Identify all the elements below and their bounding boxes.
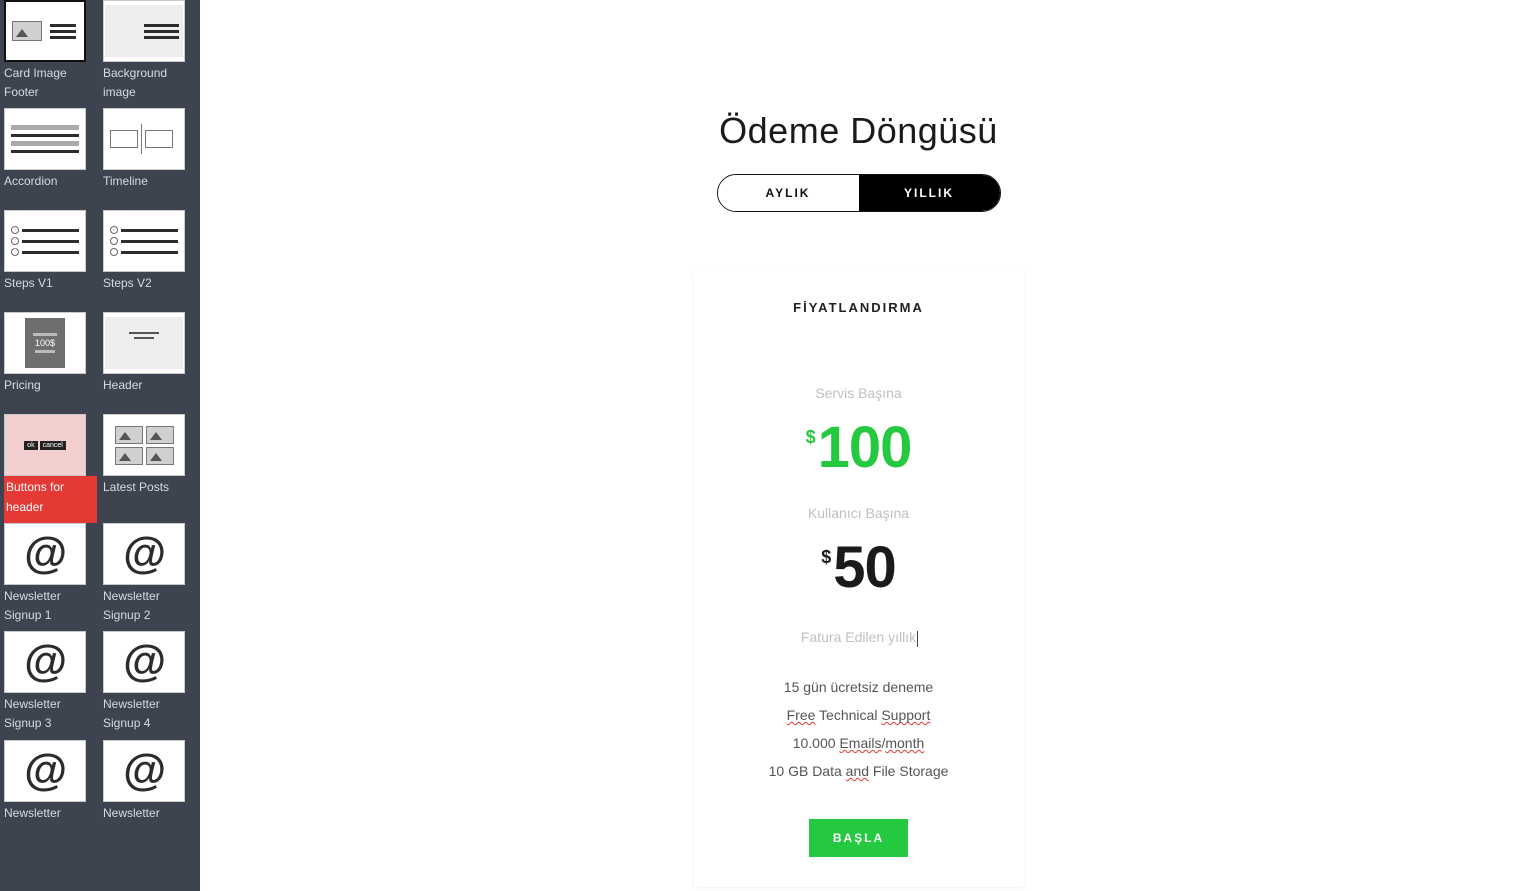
tile-label: Steps V2 (103, 272, 196, 312)
tile-thumbnail (103, 0, 185, 62)
component-tile-steps1[interactable]: 123Steps V1 (4, 210, 97, 312)
per-user-price: $ 50 (718, 539, 1000, 597)
feature-item: 10 GB Data and File Storage (718, 757, 1000, 785)
component-tile-pricing[interactable]: 100$Pricing (4, 312, 97, 414)
tile-label: Accordion (4, 170, 97, 210)
tile-thumbnail (103, 414, 185, 476)
component-tile-buttons[interactable]: okcancelButtons for header (4, 414, 97, 522)
tile-thumbnail (4, 108, 86, 170)
component-tile-header[interactable]: Header (103, 312, 196, 414)
component-tile-cardimg[interactable]: Card Image Footer (4, 0, 97, 108)
toggle-monthly[interactable]: AYLIK (718, 175, 859, 211)
tile-thumbnail: @ (103, 631, 185, 693)
currency-symbol: $ (821, 547, 831, 568)
currency-symbol: $ (806, 427, 816, 448)
tile-label: Steps V1 (4, 272, 97, 312)
tile-label: Newsletter Signup 4 (103, 693, 196, 739)
tile-thumbnail: @ (4, 523, 86, 585)
billing-note[interactable]: Fatura Edilen yıllık (801, 629, 916, 645)
tile-label: Timeline (103, 170, 196, 210)
feature-list: 15 gün ücretsiz denemeFree Technical Sup… (718, 673, 1000, 785)
component-tile-at[interactable]: @Newsletter (103, 740, 196, 842)
price-value: 100 (818, 419, 912, 477)
component-tile-bgimg[interactable]: Background image (103, 0, 196, 108)
editor-canvas[interactable]: Ödeme Döngüsü AYLIK YILLIK FİYATLANDIRMA… (200, 0, 1517, 891)
tile-thumbnail: @ (4, 740, 86, 802)
component-tile-at[interactable]: @Newsletter Signup 4 (103, 631, 196, 739)
component-sidebar[interactable]: Card Image FooterBackground image Accordi… (0, 0, 200, 891)
component-tile-at[interactable]: @Newsletter Signup 3 (4, 631, 97, 739)
tile-label: Buttons for header (4, 476, 97, 522)
tile-thumbnail (4, 0, 86, 62)
component-tile-at[interactable]: @Newsletter (4, 740, 97, 842)
tile-thumbnail: @ (103, 740, 185, 802)
tile-label: Latest Posts (103, 476, 196, 516)
billing-cycle-toggle: AYLIK YILLIK (717, 174, 1001, 212)
tile-thumbnail: ▾ (103, 210, 185, 272)
per-service-price: $ 100 (718, 419, 1000, 477)
feature-item: 15 gün ücretsiz deneme (718, 673, 1000, 701)
pricing-card: FİYATLANDIRMA Servis Başına $ 100 Kullan… (694, 272, 1024, 887)
tile-thumbnail (103, 312, 185, 374)
price-value: 50 (833, 539, 896, 597)
tile-thumbnail (103, 108, 185, 170)
component-tile-posts[interactable]: Latest Posts (103, 414, 196, 522)
tile-label: Newsletter (4, 802, 97, 842)
tile-thumbnail: okcancel (4, 414, 86, 476)
toggle-yearly[interactable]: YILLIK (859, 175, 1000, 211)
tile-thumbnail: @ (103, 523, 185, 585)
tile-label: Header (103, 374, 196, 414)
tile-thumbnail: 100$ (4, 312, 86, 374)
component-tile-at[interactable]: @Newsletter Signup 1 (4, 523, 97, 631)
per-user-label: Kullanıcı Başına (718, 505, 1000, 521)
tile-label: Newsletter Signup 3 (4, 693, 97, 739)
tile-thumbnail: 123 (4, 210, 86, 272)
start-button[interactable]: BAŞLA (809, 819, 908, 857)
component-tile-timeline[interactable]: Timeline (103, 108, 196, 210)
component-tile-at[interactable]: @Newsletter Signup 2 (103, 523, 196, 631)
tile-label: Newsletter (103, 802, 196, 842)
tile-thumbnail: @ (4, 631, 86, 693)
feature-item: 10.000 Emails/month (718, 729, 1000, 757)
tile-label: Card Image Footer (4, 62, 97, 108)
component-tile-accordion[interactable]: Accordion (4, 108, 97, 210)
feature-item: Free Technical Support (718, 701, 1000, 729)
tile-label: Pricing (4, 374, 97, 414)
tile-label: Newsletter Signup 1 (4, 585, 97, 631)
billing-cycle-title: Ödeme Döngüsü (719, 110, 998, 152)
component-tile-steps2[interactable]: ▾Steps V2 (103, 210, 196, 312)
tile-label: Newsletter Signup 2 (103, 585, 196, 631)
pricing-heading: FİYATLANDIRMA (718, 300, 1000, 315)
tile-label: Background image (103, 62, 196, 108)
per-service-label: Servis Başına (718, 385, 1000, 401)
